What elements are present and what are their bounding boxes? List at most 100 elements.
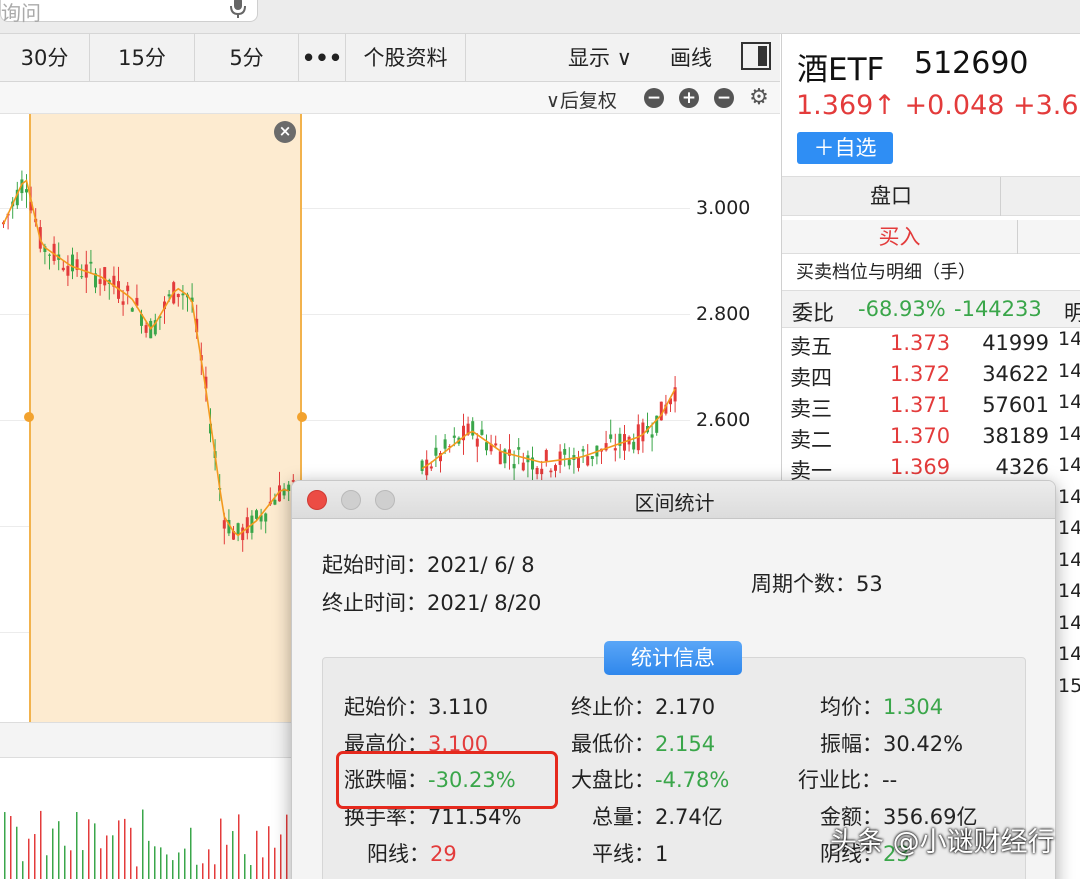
volume-bar: [4, 812, 6, 879]
stat-industry-ratio: 行业比：--: [798, 764, 897, 794]
candle-body: [586, 456, 590, 466]
order-row[interactable]: 卖二 1.370 38189: [782, 421, 1052, 452]
candle-body: [494, 443, 498, 446]
weibi-row: 委比 -68.93% -144233 明: [782, 290, 1080, 328]
volume-bar: [40, 810, 42, 879]
stat-value: 3.110: [428, 695, 489, 719]
detail-column: 14 14 14 14 14 14 14 14 14 14 14 15: [1058, 328, 1080, 706]
candle-body: [567, 459, 571, 466]
candle-body: [98, 279, 102, 284]
dialog-titlebar: 区间统计: [292, 481, 1055, 519]
volume-bar: [274, 847, 276, 879]
candle-body: [25, 189, 28, 193]
detail-time: 14: [1058, 643, 1080, 665]
tab-order-book[interactable]: 盘口: [782, 177, 1001, 216]
period-count-value: 53: [856, 572, 883, 596]
stat-value: 1: [655, 842, 669, 866]
panel-toggle-icon[interactable]: [741, 42, 771, 70]
volume-bar: [244, 854, 246, 879]
tab-more[interactable]: •••: [299, 34, 346, 82]
order-book: 卖五 1.373 41999 卖四 1.372 34622 卖三 1.371 57601 卖…: [782, 328, 1052, 483]
order-row[interactable]: 卖一 1.369 4326: [782, 452, 1052, 483]
stat-value: 1.304: [883, 695, 944, 719]
volume-bar: [64, 845, 66, 879]
settings-icon[interactable]: ⚙: [749, 87, 769, 109]
stat-label: 终止价：: [571, 695, 655, 719]
candle-body: [71, 254, 74, 272]
stat-value: -4.78%: [655, 768, 730, 792]
order-row[interactable]: 卖四 1.372 34622: [782, 359, 1052, 390]
weibi-percent: -68.93%: [858, 297, 946, 321]
buy-button[interactable]: 买入: [782, 220, 1018, 254]
candle-body: [103, 267, 107, 286]
stat-flat-days: 平线：1: [592, 838, 668, 868]
candle-body: [558, 451, 562, 465]
order-level: 卖三: [790, 397, 832, 421]
candle-body: [130, 308, 134, 312]
start-time-label: 起始时间：: [322, 553, 427, 577]
zoom-out-icon[interactable]: −: [644, 88, 664, 108]
stat-label: 阳线：: [367, 842, 430, 866]
draw-line-button[interactable]: 画线: [670, 34, 712, 82]
volume-bar: [106, 835, 108, 879]
stat-value: --: [882, 768, 898, 792]
microphone-icon[interactable]: [229, 0, 247, 19]
order-row[interactable]: 卖三 1.371 57601: [782, 390, 1052, 421]
detail-time: 14: [1058, 328, 1080, 350]
search-field[interactable]: 询问: [0, 0, 258, 25]
tab-stock-profile[interactable]: 个股资料: [346, 34, 466, 82]
stock-quote: 1.369↑ +0.048 +3.63: [796, 90, 1080, 121]
candle-body: [554, 465, 557, 471]
stats-info-button[interactable]: 统计信息: [604, 641, 742, 675]
volume-bar: [190, 827, 192, 879]
volume-bar: [22, 861, 24, 879]
order-price: 1.369: [890, 455, 951, 479]
stat-close: 终止价：2.170: [571, 691, 715, 721]
candle-body: [443, 439, 447, 449]
stat-label: 均价：: [820, 695, 883, 719]
candle-body: [544, 450, 548, 462]
candle-body: [641, 422, 645, 442]
candle-body: [471, 421, 475, 436]
order-volume: 38189: [982, 424, 1049, 448]
top-bar: 询问: [0, 0, 1080, 34]
tab-15min[interactable]: 15分: [90, 34, 195, 82]
weibi-value: -144233: [954, 297, 1042, 321]
stat-up-days: 阳线：29: [367, 838, 457, 868]
volume-bar: [124, 818, 126, 879]
candle-body: [176, 293, 180, 298]
stat-avg: 均价：1.304: [820, 691, 943, 721]
end-time: 终止时间：2021/ 8/20: [322, 587, 541, 617]
volume-bar: [10, 816, 12, 879]
period-count: 周期个数：53: [751, 568, 883, 598]
order-volume: 34622: [982, 362, 1049, 386]
tab-30min[interactable]: 30分: [0, 34, 90, 82]
display-menu[interactable]: 显示 ∨: [568, 34, 632, 82]
tab-5min[interactable]: 5分: [195, 34, 299, 82]
volume-bars: [4, 809, 288, 879]
volume-bar: [82, 850, 84, 879]
candle-body: [577, 457, 580, 468]
candle-body: [181, 293, 185, 296]
volume-bar: [178, 852, 180, 879]
panel-tabs: 盘口: [782, 176, 1080, 216]
collapse-icon[interactable]: −: [714, 88, 734, 108]
volume-bar: [280, 834, 282, 879]
start-time: 起始时间：2021/ 6/ 8: [322, 549, 535, 579]
stat-value: 2.74亿: [655, 805, 723, 829]
order-price: 1.373: [890, 331, 951, 355]
watermark: 头条 @小谜财经行: [830, 827, 1055, 858]
candle-body: [609, 434, 613, 439]
stat-value: 29: [430, 842, 457, 866]
zoom-in-icon[interactable]: +: [679, 88, 699, 108]
stat-label: 大盘比：: [571, 768, 655, 792]
candle-body: [517, 447, 521, 450]
moving-average-line: [2, 179, 289, 537]
order-volume: 4326: [995, 455, 1049, 479]
price-adjust-select[interactable]: ∨后复权: [546, 86, 617, 113]
candle-body: [80, 276, 84, 278]
order-row[interactable]: 卖五 1.373 41999: [782, 328, 1052, 359]
add-watchlist-button[interactable]: ＋自选: [797, 132, 893, 164]
candle-body: [273, 499, 277, 505]
volume-bar: [226, 844, 228, 879]
